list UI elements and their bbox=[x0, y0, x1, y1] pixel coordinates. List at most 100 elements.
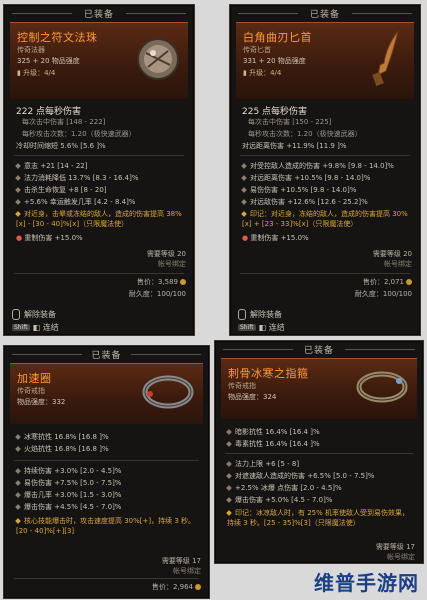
item-power: 331 + 20 物品强度 bbox=[243, 57, 306, 65]
divider bbox=[240, 155, 410, 156]
upgrade-level: ▮ 升级：4/4 bbox=[243, 69, 282, 77]
legendary-aspect: 印记：冰凉敌人时，有 25% 机率使敌人受到易伤效果，持续 3 秒。[25 - … bbox=[226, 509, 410, 527]
resistance: 冰寒抗性 16.8% [16.8 ]% bbox=[15, 432, 109, 442]
diamond-icon bbox=[241, 163, 247, 169]
account-bound: 帐号绑定 bbox=[173, 567, 201, 575]
mouse-icon bbox=[238, 309, 246, 320]
account-bound: 帐号绑定 bbox=[387, 553, 415, 561]
affix: 爆击伤害 +5.0% [4.5 - 7.0]% bbox=[226, 495, 332, 505]
diamond-icon bbox=[226, 441, 232, 447]
link-action[interactable]: Shift ◧ 连结 bbox=[12, 322, 59, 333]
divider bbox=[131, 354, 201, 355]
diamond-icon bbox=[15, 163, 21, 169]
dps-value: 222 点每秒伤害 bbox=[16, 107, 82, 117]
affix: 易伤伤害 +7.5% [5.0 - 7.5]% bbox=[15, 478, 121, 488]
dagger-icon bbox=[372, 30, 399, 87]
divider bbox=[240, 273, 410, 274]
item-type: 传奇戒指 bbox=[17, 387, 45, 395]
affix: 易伤伤害 +10.5% [9.8 - 14.0]% bbox=[241, 185, 356, 195]
legendary-aspect: 对近身，击晕或冻结的敌人，造成的伤害提高 38%[x] - [30 - 40]%… bbox=[15, 210, 182, 228]
divider bbox=[14, 460, 199, 461]
affix: 意志 +21 [14 - 22] bbox=[15, 161, 87, 171]
diamond-icon bbox=[15, 434, 21, 440]
dps-value: 225 点每秒伤害 bbox=[242, 107, 308, 117]
diamond-icon bbox=[241, 187, 247, 193]
damage-per-hit: 每次击中伤害 [150 - 225] bbox=[248, 118, 332, 126]
diamond-icon bbox=[15, 199, 21, 205]
diamond-icon bbox=[15, 492, 21, 498]
item-header: 白角曲刃匕首 传奇匕首 331 + 20 物品强度 ▮ 升级：4/4 bbox=[236, 22, 414, 99]
divider bbox=[352, 13, 412, 14]
divider bbox=[345, 349, 415, 350]
divider bbox=[14, 273, 184, 274]
item-header: 刺骨冰寒之指箍 传奇戒指 物品强度：324 bbox=[221, 358, 417, 419]
required-level: 需要等级 20 bbox=[372, 250, 412, 258]
affix: 对远敌伤害 +12.6% [12.6 - 25.2]% bbox=[241, 197, 368, 207]
gold-coin-icon bbox=[406, 279, 412, 285]
implicit-stat: 对远距离伤害 +11.9% [11.9 ]% bbox=[242, 142, 347, 150]
account-bound: 帐号绑定 bbox=[384, 260, 412, 268]
durability: 耐久度：100/100 bbox=[128, 290, 186, 298]
item-name: 加速圈 bbox=[17, 372, 52, 385]
diamond-icon bbox=[15, 187, 21, 193]
attacks-per-second: 每秒攻击次数：1.20（极快速武器） bbox=[22, 130, 136, 138]
divider bbox=[225, 453, 413, 454]
gold-coin-icon bbox=[180, 279, 186, 285]
item-type: 传奇戒指 bbox=[228, 382, 256, 390]
legendary-icon bbox=[15, 211, 21, 217]
diamond-icon bbox=[241, 199, 247, 205]
diamond-icon bbox=[15, 480, 21, 486]
durability: 耐久度：100/100 bbox=[354, 290, 412, 298]
affix: +2.5% 冰爆 点伤害 [2.0 - 4.5]% bbox=[226, 483, 342, 493]
ring-icon bbox=[142, 375, 194, 409]
item-power: 物品强度：324 bbox=[228, 393, 277, 401]
required-level: 需要等级 20 bbox=[146, 250, 186, 258]
resistance: 暗影抗性 16.4% [16.4 ]% bbox=[226, 427, 320, 437]
item-power: 物品强度：332 bbox=[17, 398, 66, 406]
gold-coin-icon bbox=[195, 584, 201, 590]
item-type: 传奇匕首 bbox=[243, 46, 271, 54]
divider bbox=[14, 578, 199, 579]
key-icon: Shift bbox=[12, 324, 30, 331]
orb-icon bbox=[137, 38, 179, 80]
socket: ● 重制伤害 +15.0% bbox=[242, 234, 309, 242]
item-name: 控制之符文法珠 bbox=[17, 31, 98, 44]
ring-icon bbox=[356, 371, 408, 403]
item-card-staff-orb: 已装备 控制之符文法珠 传奇法器 325 + 20 物品强度 ▮ 升级：4/4 … bbox=[3, 4, 195, 336]
link-action[interactable]: Shift ◧ 连结 bbox=[238, 322, 285, 333]
attacks-per-second: 每秒攻击次数：1.20（极快速武器） bbox=[248, 130, 362, 138]
affix: 爆击伤害 +4.5% [4.5 - 7.0]% bbox=[15, 502, 121, 512]
item-name: 刺骨冰寒之指箍 bbox=[228, 367, 309, 380]
mouse-icon bbox=[12, 309, 20, 320]
unequip-action[interactable]: 解除装备 bbox=[238, 309, 282, 320]
site-watermark: 维普手游网 bbox=[314, 571, 419, 595]
diamond-icon bbox=[15, 446, 21, 452]
gem-socket-icon: ● bbox=[242, 234, 249, 242]
item-card-dagger: 已装备 白角曲刃匕首 传奇匕首 331 + 20 物品强度 ▮ 升级：4/4 2… bbox=[229, 4, 421, 336]
upgrade-level: ▮ 升级：4/4 bbox=[17, 69, 56, 77]
legendary-aspect: 核心技能爆击时，攻击速度提高 30%[+]，持续 3 秒。[20 - 40]%[… bbox=[15, 517, 196, 535]
legendary-icon bbox=[15, 518, 21, 524]
affix: 法力消耗降低 13.7% [8.3 - 16.4]% bbox=[15, 173, 139, 183]
affix: 对远距离伤害 +10.5% [9.8 - 14.0]% bbox=[241, 173, 370, 183]
affix: 法力上限 +6 [5 - 8] bbox=[226, 459, 299, 469]
item-header: 加速圈 传奇戒指 物品强度：332 bbox=[10, 363, 203, 424]
item-card-ring-haste: 已装备 加速圈 传奇戒指 物品强度：332 冰寒抗性 16.8% [16.8 ]… bbox=[3, 345, 210, 599]
affix: 持续伤害 +3.0% [2.0 - 4.5]% bbox=[15, 466, 121, 476]
mouse-icon: ◧ bbox=[258, 323, 269, 332]
diamond-icon bbox=[226, 473, 232, 479]
legendary-icon bbox=[241, 211, 247, 217]
sell-price: 售价：2,071 bbox=[363, 277, 412, 287]
unequip-action[interactable]: 解除装备 bbox=[12, 309, 56, 320]
diamond-icon bbox=[15, 504, 21, 510]
account-bound: 帐号绑定 bbox=[158, 260, 186, 268]
resistance: 火焰抗性 16.8% [16.8 ]% bbox=[15, 444, 109, 454]
affix: 对受控敌人造成的伤害 +9.8% [9.8 - 14.0]% bbox=[241, 161, 394, 171]
sell-price: 售价：3,589 bbox=[137, 277, 186, 287]
socket: ● 重制伤害 +15.0% bbox=[16, 234, 83, 242]
affix: 爆击几率 +3.0% [1.5 - 3.0]% bbox=[15, 490, 121, 500]
resistance: 毒素抗性 16.4% [16.4 ]% bbox=[226, 439, 320, 449]
affix: +5.6% 幸运触发几率 [4.2 - 8.4]% bbox=[15, 197, 135, 207]
key-icon: Shift bbox=[238, 324, 256, 331]
required-level: 需要等级 17 bbox=[375, 543, 415, 551]
